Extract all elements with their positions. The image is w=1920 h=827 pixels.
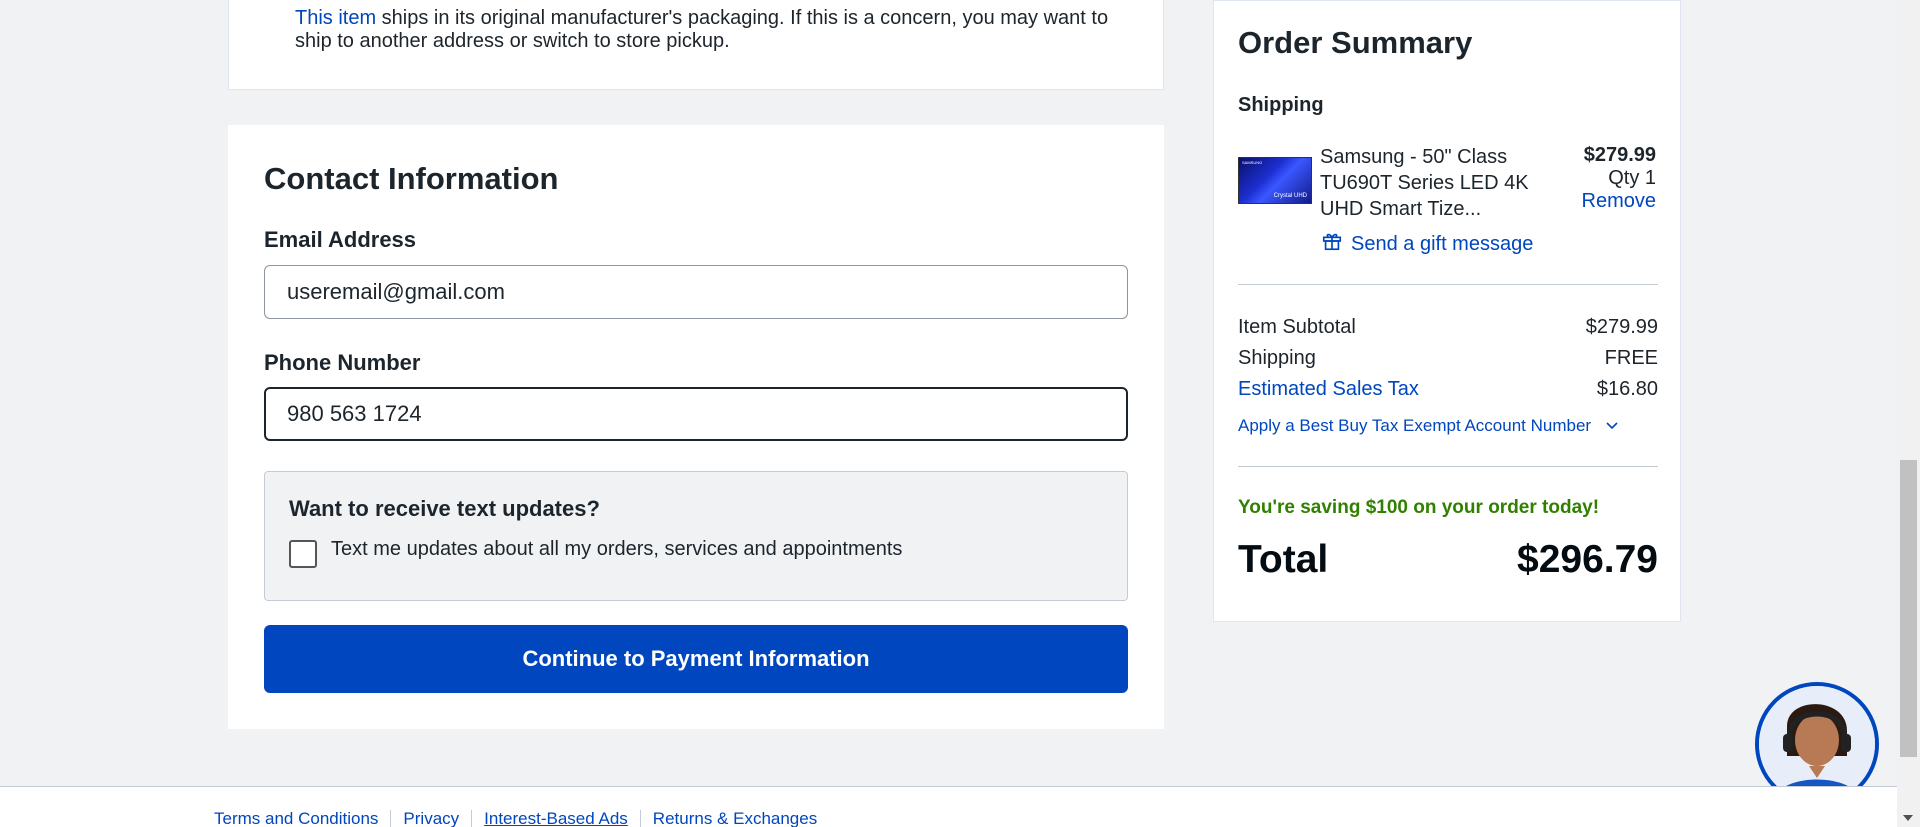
tax-exempt-label: Apply a Best Buy Tax Exempt Account Numb… bbox=[1238, 416, 1592, 435]
product-price: $279.99 bbox=[1583, 144, 1656, 166]
item-subtotal-value: $279.99 bbox=[1585, 316, 1658, 338]
shipping-value: FREE bbox=[1604, 347, 1658, 369]
total-row: Total $296.79 bbox=[1238, 538, 1658, 582]
thumbnail-badge: Crystal UHD bbox=[1273, 193, 1307, 199]
packaging-notice-text: ships in its original manufacturer's pac… bbox=[295, 7, 1109, 52]
send-gift-message-label: Send a gift message bbox=[1351, 232, 1534, 255]
sales-tax-value: $16.80 bbox=[1596, 378, 1658, 400]
send-gift-message-link[interactable]: Send a gift message bbox=[1321, 230, 1533, 258]
text-updates-checkbox[interactable] bbox=[289, 540, 317, 568]
text-updates-title: Want to receive text updates? bbox=[289, 496, 600, 521]
product-quantity: Qty 1 bbox=[1608, 167, 1656, 189]
summary-divider bbox=[1238, 466, 1658, 467]
this-item-link[interactable]: This item bbox=[295, 7, 376, 29]
phone-field[interactable] bbox=[264, 387, 1128, 441]
phone-label: Phone Number bbox=[264, 350, 421, 375]
order-summary-card: Order Summary Shipping SAMSUNG Crystal U… bbox=[1213, 0, 1681, 622]
privacy-link[interactable]: Privacy bbox=[403, 809, 459, 827]
contact-information-card: Contact Information Email Address Phone … bbox=[228, 125, 1164, 729]
shipping-row: Shipping FREE bbox=[1238, 347, 1658, 370]
scroll-down-arrow-icon[interactable] bbox=[1903, 815, 1913, 821]
thumbnail-brand: SAMSUNG bbox=[1242, 160, 1263, 165]
email-field[interactable] bbox=[264, 265, 1128, 319]
sales-tax-row: Estimated Sales Tax $16.80 bbox=[1238, 378, 1658, 401]
text-updates-checkbox-label[interactable]: Text me updates about all my orders, ser… bbox=[331, 538, 902, 561]
page-scrollbar[interactable] bbox=[1897, 0, 1920, 827]
remove-item-link[interactable]: Remove bbox=[1582, 190, 1656, 213]
estimated-sales-tax-link[interactable]: Estimated Sales Tax bbox=[1238, 378, 1419, 401]
scrollbar-thumb[interactable] bbox=[1900, 460, 1917, 757]
tax-exempt-toggle[interactable]: Apply a Best Buy Tax Exempt Account Numb… bbox=[1238, 416, 1619, 436]
footer-links: Terms and Conditions Privacy Interest-Ba… bbox=[214, 809, 817, 827]
summary-divider bbox=[1238, 284, 1658, 285]
text-updates-box: Want to receive text updates? Text me up… bbox=[264, 471, 1128, 601]
savings-message: You're saving $100 on your order today! bbox=[1238, 497, 1600, 518]
gift-icon bbox=[1321, 230, 1343, 258]
page-footer: Terms and Conditions Privacy Interest-Ba… bbox=[0, 786, 1897, 827]
item-subtotal-row: Item Subtotal $279.99 bbox=[1238, 316, 1658, 339]
email-label: Email Address bbox=[264, 227, 417, 252]
total-label: Total bbox=[1238, 538, 1329, 581]
product-thumbnail[interactable]: SAMSUNG Crystal UHD bbox=[1238, 157, 1312, 204]
footer-separator bbox=[639, 810, 641, 827]
order-summary-title: Order Summary bbox=[1238, 25, 1473, 60]
interest-based-ads-link[interactable]: Interest-Based Ads bbox=[484, 809, 628, 827]
contact-information-title: Contact Information bbox=[264, 161, 559, 196]
shipping-label: Shipping bbox=[1238, 347, 1316, 369]
footer-separator bbox=[471, 810, 473, 827]
packaging-notice-card: This item ships in its original manufact… bbox=[228, 0, 1164, 90]
shipping-section-label: Shipping bbox=[1238, 94, 1324, 116]
footer-separator bbox=[390, 810, 392, 827]
terms-and-conditions-link[interactable]: Terms and Conditions bbox=[214, 809, 378, 827]
total-value: $296.79 bbox=[1517, 538, 1658, 581]
item-subtotal-label: Item Subtotal bbox=[1238, 316, 1356, 338]
product-name[interactable]: Samsung - 50" Class TU690T Series LED 4K… bbox=[1320, 144, 1530, 222]
continue-to-payment-button[interactable]: Continue to Payment Information bbox=[264, 625, 1128, 693]
chevron-down-icon bbox=[1605, 416, 1619, 436]
packaging-notice: This item ships in its original manufact… bbox=[295, 7, 1125, 53]
returns-and-exchanges-link[interactable]: Returns & Exchanges bbox=[653, 809, 817, 827]
